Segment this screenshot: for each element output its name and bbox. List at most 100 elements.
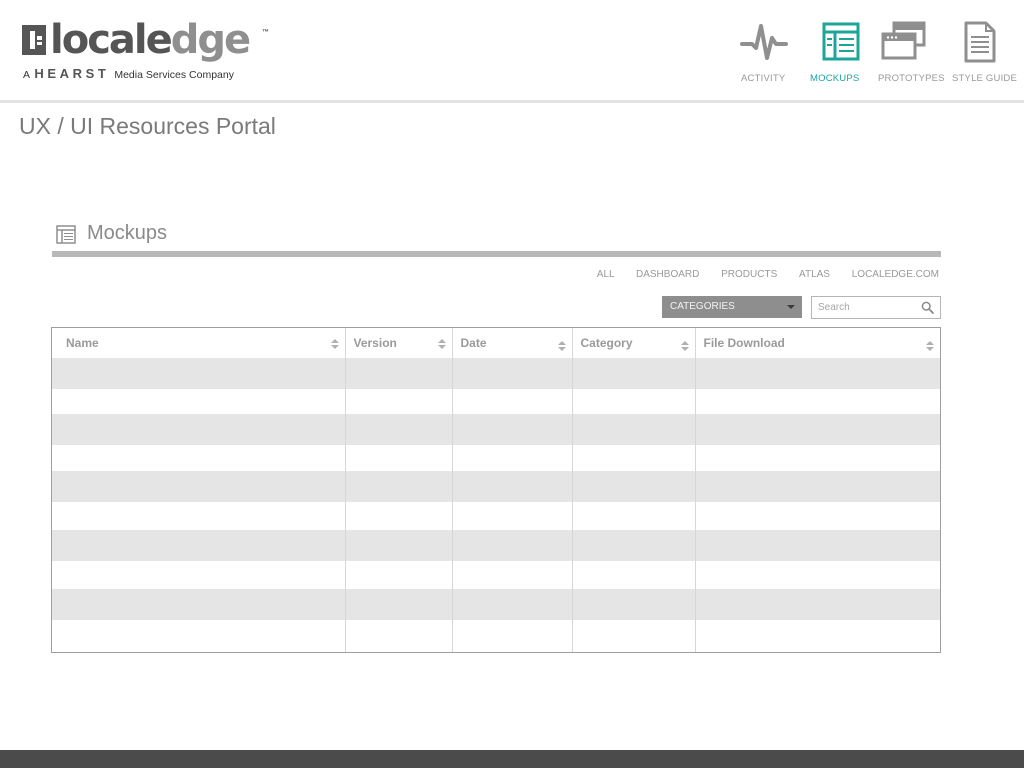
filter-all[interactable]: ALL — [597, 269, 614, 280]
table-cell — [572, 502, 696, 530]
table-cell — [52, 414, 346, 445]
page-title: UX / UI Resources Portal — [19, 113, 276, 139]
sort-icon[interactable] — [437, 339, 446, 349]
table-cell — [345, 389, 453, 414]
filter-products[interactable]: PRODUCTS — [721, 269, 777, 280]
table-cell — [345, 530, 453, 561]
filter-localedge-com[interactable]: LOCALEDGE.COM — [852, 269, 939, 280]
table-cell — [52, 445, 346, 471]
table-row[interactable] — [52, 561, 940, 589]
column-header-date[interactable]: Date — [452, 328, 573, 358]
table-cell — [345, 561, 453, 589]
search-input[interactable] — [818, 300, 916, 315]
table-cell — [452, 502, 573, 530]
nav-label-prototypes: PROTOTYPES — [878, 73, 945, 84]
table-cell — [452, 389, 573, 414]
localedge-logo[interactable]: localedge ™ A HEARST Media Services Comp… — [22, 17, 282, 82]
activity-pulse-icon — [740, 24, 788, 60]
table-cell — [572, 414, 696, 445]
table-row[interactable] — [52, 502, 940, 530]
table-cell — [345, 358, 453, 389]
site-header: localedge ™ A HEARST Media Services Comp… — [0, 0, 1024, 103]
table-cell — [695, 471, 940, 502]
filter-links: ALL DASHBOARD PRODUCTS ATLAS LOCALEDGE.C… — [578, 269, 939, 280]
table-header-row: Name Version Date Category File Download — [52, 328, 940, 358]
table-cell — [572, 589, 696, 620]
table-cell — [572, 561, 696, 589]
table-cell — [452, 589, 573, 620]
table-cell — [695, 414, 940, 445]
table-cell — [695, 561, 940, 589]
table-cell — [695, 620, 940, 652]
table-row[interactable] — [52, 471, 940, 502]
sort-icon[interactable] — [926, 341, 934, 351]
table-cell — [345, 620, 453, 652]
filter-dashboard[interactable]: DASHBOARD — [636, 269, 699, 280]
table-cell — [695, 389, 940, 414]
mockups-panel: Mockups ALL DASHBOARD PRODUCTS ATLAS LOC… — [52, 218, 941, 319]
table-cell — [52, 530, 346, 561]
table-cell — [695, 358, 940, 389]
categories-dropdown[interactable]: CATEGORIES — [662, 296, 802, 318]
column-header-version[interactable]: Version — [345, 328, 453, 358]
table-row[interactable] — [52, 445, 940, 471]
table-cell — [572, 471, 696, 502]
table-row[interactable] — [52, 358, 940, 389]
nav-label-mockups: MOCKUPS — [810, 73, 860, 84]
table-cell — [572, 445, 696, 471]
table-cell — [52, 502, 346, 530]
column-header-label: File Download — [703, 336, 785, 350]
column-header-label: Category — [580, 336, 633, 350]
sort-icon[interactable] — [557, 341, 566, 351]
localedge-logo-mark-icon — [22, 25, 46, 55]
column-header-name[interactable]: Name — [52, 328, 346, 358]
nav-label-style-guide: STYLE GUIDE — [952, 73, 1018, 84]
table-row[interactable] — [52, 530, 940, 561]
table-cell — [52, 389, 346, 414]
categories-label: CATEGORIES — [670, 301, 735, 312]
logo-wordmark: localedge — [50, 16, 251, 64]
table-cell — [572, 358, 696, 389]
table-cell — [52, 620, 346, 652]
logo-tag-suffix: Media Services Company — [114, 69, 234, 81]
filter-atlas[interactable]: ATLAS — [799, 269, 830, 280]
table-cell — [695, 589, 940, 620]
table-cell — [452, 620, 573, 652]
table-row[interactable] — [52, 389, 940, 414]
sort-icon[interactable] — [330, 339, 339, 349]
table-row[interactable] — [52, 589, 940, 620]
table-cell — [52, 358, 346, 389]
logo-word-part1: locale — [50, 17, 173, 63]
mockup-layout-icon — [822, 22, 860, 61]
logo-trademark: ™ — [262, 29, 269, 36]
table-cell — [452, 530, 573, 561]
prototype-windows-icon — [881, 21, 926, 60]
table-cell — [452, 358, 573, 389]
search-box — [811, 296, 941, 319]
logo-word-part2: dge — [170, 17, 251, 63]
table-cell — [345, 589, 453, 620]
search-icon[interactable] — [921, 301, 934, 314]
table-row[interactable] — [52, 620, 940, 652]
footer-bar — [0, 750, 1024, 768]
nav-label-activity: ACTIVITY — [741, 73, 786, 84]
sort-icon[interactable] — [680, 341, 689, 351]
table-cell — [52, 471, 346, 502]
column-header-file-download[interactable]: File Download — [695, 328, 940, 358]
table-cell — [345, 502, 453, 530]
table-cell — [452, 471, 573, 502]
table-cell — [52, 561, 346, 589]
column-header-category[interactable]: Category — [572, 328, 696, 358]
table-row[interactable] — [52, 414, 940, 445]
panel-divider — [52, 251, 941, 257]
column-header-label: Date — [460, 336, 487, 350]
top-nav: ACTIVITY MOCKUPS PROTOTYPES STYLE GUIDE — [724, 20, 1018, 90]
mockups-table-grid: Name Version Date Category File Download — [52, 328, 940, 652]
panel-title: Mockups — [87, 222, 168, 244]
table-cell — [572, 620, 696, 652]
table-cell — [345, 414, 453, 445]
document-icon — [964, 21, 996, 63]
logo-tag-brand: HEARST — [34, 66, 110, 81]
column-header-label: Version — [353, 336, 397, 350]
logo-tag-prefix: A — [23, 69, 30, 81]
